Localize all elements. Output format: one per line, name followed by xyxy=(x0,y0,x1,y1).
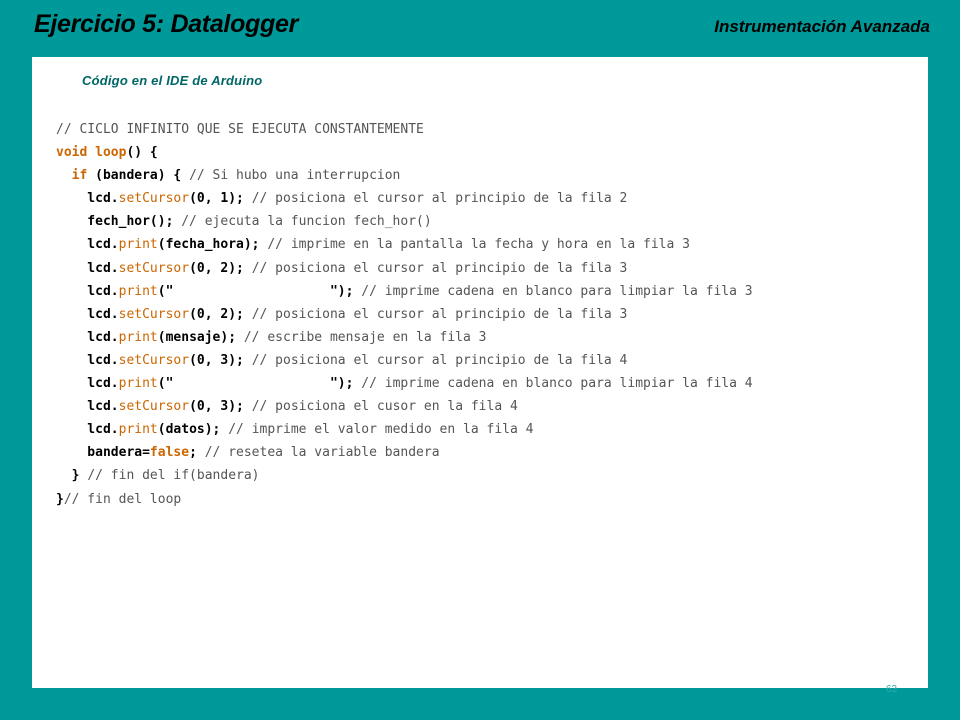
code-line: void loop() { xyxy=(56,141,753,164)
code-line: lcd.print(fecha_hora); // imprime en la … xyxy=(56,233,753,256)
code-comment: // posiciona el cursor al principio de l… xyxy=(251,191,628,207)
code-keyword: print xyxy=(118,376,158,392)
code-text: } xyxy=(56,491,64,507)
code-caption: Código en el IDE de Arduino xyxy=(82,73,263,88)
code-text: ; xyxy=(189,445,205,461)
code-line: lcd.setCursor(0, 2); // posiciona el cur… xyxy=(56,303,753,326)
code-line: lcd.print(mensaje); // escribe mensaje e… xyxy=(56,326,753,349)
code-line: lcd.print(datos); // imprime el valor me… xyxy=(56,418,753,441)
code-text: (0, 3); xyxy=(189,399,252,415)
code-comment: // posiciona el cusor en la fila 4 xyxy=(251,399,518,415)
code-text: (mensaje); xyxy=(157,329,244,345)
code-text: (0, 2); xyxy=(189,306,252,322)
code-keyword: if xyxy=(71,168,88,184)
code-comment: // fin del if(bandera) xyxy=(87,468,260,484)
code-text: (0, 3); xyxy=(189,352,252,368)
code-text: (datos); xyxy=(157,422,229,438)
code-keyword: setCursor xyxy=(118,191,190,207)
code-comment: // fin del loop xyxy=(63,491,182,507)
code-line: } // fin del if(bandera) xyxy=(56,464,753,487)
code-text: lcd. xyxy=(56,352,119,368)
code-line: bandera=false; // resetea la variable ba… xyxy=(56,441,753,464)
slide-title: Ejercicio 5: Datalogger xyxy=(34,10,299,38)
code-line: lcd.setCursor(0, 1); // posiciona el cur… xyxy=(56,187,753,210)
content-panel: Código en el IDE de Arduino // CICLO INF… xyxy=(32,57,928,688)
code-comment: // escribe mensaje en la fila 3 xyxy=(243,329,487,345)
code-line: // CICLO INFINITO QUE SE EJECUTA CONSTAN… xyxy=(56,118,753,141)
code-keyword: print xyxy=(118,329,158,345)
code-text: (" "); xyxy=(157,283,362,299)
code-line: lcd.setCursor(0, 2); // posiciona el cur… xyxy=(56,257,753,280)
code-keyword: print xyxy=(118,237,158,253)
code-text: (" "); xyxy=(157,376,362,392)
code-comment: // Si hubo una interrupcion xyxy=(189,168,401,184)
code-line: if (bandera) { // Si hubo una interrupci… xyxy=(56,164,753,187)
code-line: fech_hor(); // ejecuta la funcion fech_h… xyxy=(56,210,753,233)
code-comment: // imprime en la pantalla la fecha y hor… xyxy=(267,237,690,253)
code-text: lcd. xyxy=(56,191,119,207)
code-comment: // ejecuta la funcion fech_hor() xyxy=(181,214,432,230)
code-keyword: loop xyxy=(95,145,127,161)
code-text: lcd. xyxy=(56,422,119,438)
code-keyword: setCursor xyxy=(118,352,190,368)
code-text: (fecha_hora); xyxy=(157,237,268,253)
code-text: lcd. xyxy=(56,283,119,299)
code-text: (0, 2); xyxy=(189,260,252,276)
code-line: lcd.print(" "); // imprime cadena en bla… xyxy=(56,280,753,303)
code-line: }// fin del loop xyxy=(56,488,753,511)
code-text: lcd. xyxy=(56,237,119,253)
code-text: () { xyxy=(126,145,158,161)
code-text: lcd. xyxy=(56,329,119,345)
code-comment: // CICLO INFINITO QUE SE EJECUTA CONSTAN… xyxy=(56,122,424,137)
code-text: bandera= xyxy=(56,445,150,461)
code-comment: // resetea la variable bandera xyxy=(204,445,440,461)
code-text: fech_hor(); xyxy=(56,214,182,230)
code-listing: // CICLO INFINITO QUE SE EJECUTA CONSTAN… xyxy=(56,118,753,511)
code-text: lcd. xyxy=(56,306,119,322)
code-line: lcd.setCursor(0, 3); // posiciona el cus… xyxy=(56,395,753,418)
code-keyword: false xyxy=(149,445,190,461)
code-keyword: print xyxy=(118,283,158,299)
code-keyword: void xyxy=(56,145,88,161)
code-keyword: setCursor xyxy=(118,399,190,415)
code-keyword: setCursor xyxy=(118,260,190,276)
code-comment: // imprime el valor medido en la fila 4 xyxy=(228,422,534,438)
code-keyword: setCursor xyxy=(118,306,190,322)
code-line: lcd.setCursor(0, 3); // posiciona el cur… xyxy=(56,349,753,372)
code-comment: // posiciona el cursor al principio de l… xyxy=(251,352,628,368)
course-name: Instrumentación Avanzada xyxy=(714,17,930,36)
code-text: } xyxy=(56,468,88,484)
code-text: (0, 1); xyxy=(189,191,252,207)
code-comment: // imprime cadena en blanco para limpiar… xyxy=(361,283,753,299)
code-text: lcd. xyxy=(56,399,119,415)
code-comment: // imprime cadena en blanco para limpiar… xyxy=(361,376,753,392)
code-text: lcd. xyxy=(56,376,119,392)
code-line: lcd.print(" "); // imprime cadena en bla… xyxy=(56,372,753,395)
code-keyword: print xyxy=(118,422,158,438)
page-number: 63 xyxy=(886,684,898,695)
code-text: lcd. xyxy=(56,260,119,276)
code-text: (bandera) { xyxy=(87,168,190,184)
code-comment: // posiciona el cursor al principio de l… xyxy=(251,260,628,276)
code-comment: // posiciona el cursor al principio de l… xyxy=(251,306,628,322)
